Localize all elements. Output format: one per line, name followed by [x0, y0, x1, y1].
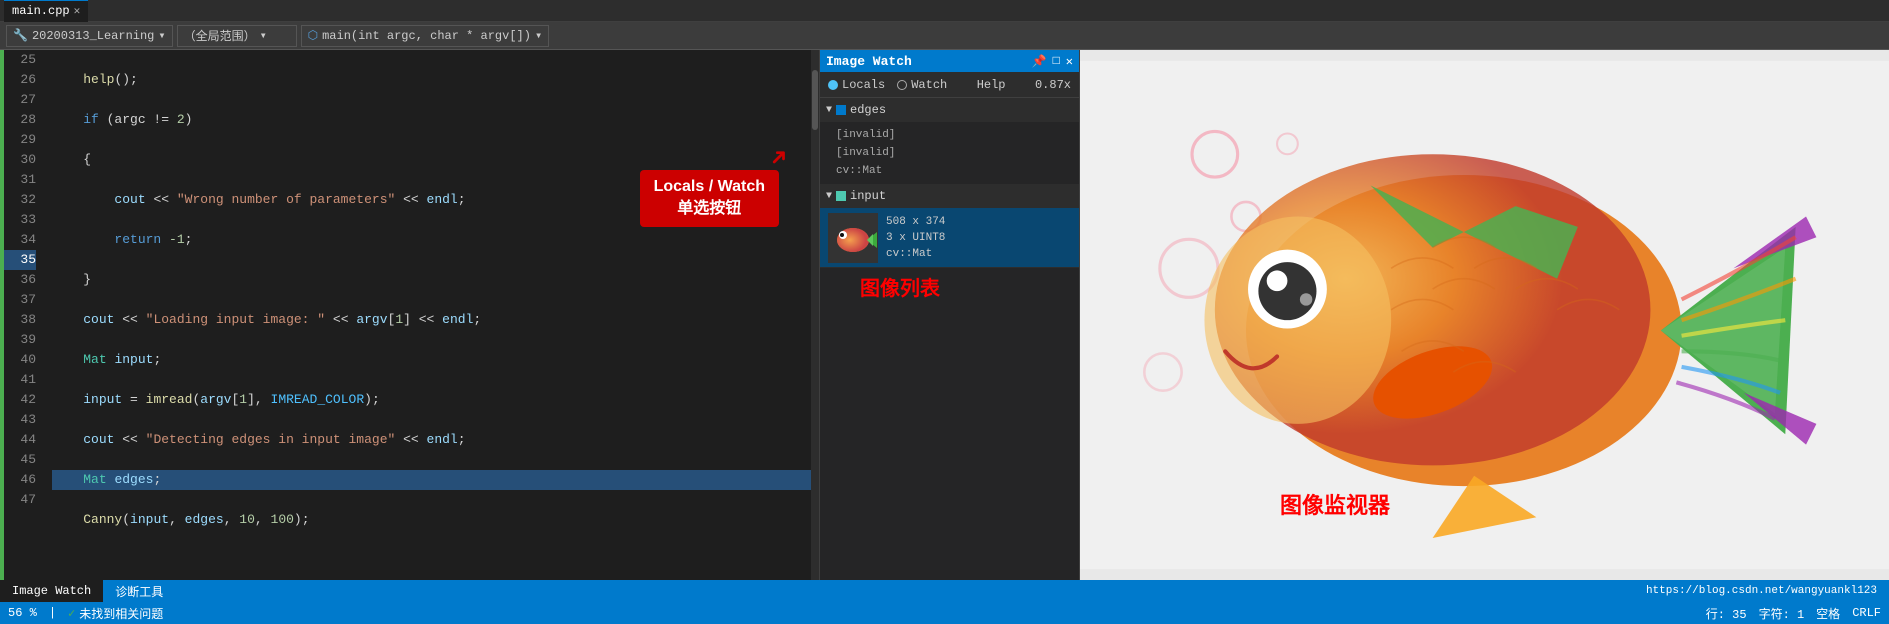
line-numbers: 25 26 27 28 29 30 31 32 33 34 35 36 37 3… [4, 50, 44, 580]
table-row: Mat edges; [52, 470, 819, 490]
table-row: Canny(input, edges, 10, 100); [52, 510, 819, 530]
status-error: ✓ 未找到相关问题 [68, 605, 163, 622]
project-icon: 🔧 [13, 28, 28, 43]
help-button[interactable]: Help [977, 78, 1006, 92]
group-edges-label: edges [850, 103, 886, 117]
input-thumbnail [828, 213, 878, 263]
fish-thumbnail-svg [829, 214, 877, 262]
table-row [52, 550, 819, 570]
line-ending-label: CRLF [1852, 606, 1881, 620]
table-row: input = imread(argv[1], IMREAD_COLOR); [52, 390, 819, 410]
code-content[interactable]: help(); if (argc != 2) { cout << "Wrong … [44, 50, 819, 580]
project-selector[interactable]: 🔧 20200313_Learning ▾ [6, 25, 173, 47]
expand-icon: ▼ [826, 105, 832, 116]
iw-titlebar: Image Watch 📌 □ ✕ [820, 50, 1079, 72]
annotation-image-viewer: 图像监视器 [1280, 488, 1390, 520]
image-watch-panel: Image Watch 📌 □ ✕ Locals Watch Help 0.87… [820, 50, 1080, 580]
edges-invalid-info: [invalid] [invalid] cv::Mat [820, 122, 1079, 184]
group-input-header[interactable]: ▼ input [820, 184, 1079, 208]
zoom-label: 56 % [8, 606, 37, 620]
project-name: 20200313_Learning [32, 29, 154, 43]
bottom-tab-diagnostic[interactable]: 诊断工具 [103, 580, 175, 602]
invalid-line2: [invalid] [836, 144, 1071, 162]
image-viewer: 图像监视器 [1080, 50, 1889, 580]
char-label: 字符: 1 [1759, 605, 1805, 622]
input-image-item[interactable]: 508 x 374 3 x UINT8 cv::Mat [820, 208, 1079, 268]
group-edges-header[interactable]: ▼ edges [820, 98, 1079, 122]
divider: | [49, 606, 56, 620]
locals-label: Locals [842, 78, 885, 92]
locals-radio[interactable] [828, 80, 838, 90]
iw-image-list: ▼ edges [invalid] [invalid] cv::Mat ▼ in… [820, 98, 1079, 580]
function-name: main(int argc, char * argv[]) [322, 29, 531, 43]
table-row: { [52, 150, 819, 170]
iw-icons: 📌 □ ✕ [1032, 54, 1073, 69]
status-bar: 56 % | ✓ 未找到相关问题 行: 35 字符: 1 空格 CRLF [0, 602, 1889, 624]
table-row: return -1; [52, 230, 819, 250]
table-row: } [52, 270, 819, 290]
tab-locals[interactable]: Locals [828, 78, 885, 92]
zoom-level: 0.87x [1035, 78, 1071, 92]
code-lines: 25 26 27 28 29 30 31 32 33 34 35 36 37 3… [0, 50, 819, 580]
close-icon[interactable]: ✕ [74, 4, 81, 18]
position-label: 行: 35 [1706, 605, 1747, 622]
main-layout: 25 26 27 28 29 30 31 32 33 34 35 36 37 3… [0, 50, 1889, 580]
table-row: help(); [52, 70, 819, 90]
maximize-icon[interactable]: □ [1053, 54, 1060, 69]
iw-tabs-row: Locals Watch Help 0.87x [820, 72, 1079, 98]
table-row: if (argc != 2) [52, 110, 819, 130]
table-row: Mat input; [52, 350, 819, 370]
scope-selector[interactable]: （全局范围） ▾ [177, 25, 297, 47]
fish-svg [1080, 50, 1889, 580]
iw-title: Image Watch [826, 54, 912, 69]
annotation-area: 图像列表 [820, 268, 1079, 308]
scope-name: （全局范围） [184, 27, 256, 44]
status-right: 行: 35 字符: 1 空格 CRLF [1706, 605, 1881, 622]
input-channels: 3 x UINT8 [886, 230, 1071, 246]
group-input: ▼ input [820, 184, 1079, 268]
watch-radio[interactable] [897, 80, 907, 90]
annotation-image-list: 图像列表 [860, 272, 940, 301]
tab-label: main.cpp [12, 4, 70, 18]
check-icon: ✓ [68, 606, 75, 621]
chevron-down-icon: ▾ [158, 28, 165, 43]
tab-watch[interactable]: Watch [897, 78, 947, 92]
table-row: cout << "Loading input image: " << argv[… [52, 310, 819, 330]
code-editor[interactable]: 25 26 27 28 29 30 31 32 33 34 35 36 37 3… [0, 50, 820, 580]
group-input-label: input [850, 189, 886, 203]
url-label: https://blog.csdn.net/wangyuankl123 [1634, 585, 1889, 597]
invalid-line1: [invalid] [836, 126, 1071, 144]
table-row: cout << "Wrong number of parameters" << … [52, 190, 819, 210]
gutter-bar [0, 50, 4, 580]
invalid-line3: cv::Mat [836, 162, 1071, 180]
input-image-info: 508 x 374 3 x UINT8 cv::Mat [886, 214, 1071, 262]
function-selector[interactable]: ⬡ main(int argc, char * argv[]) ▾ [301, 25, 550, 47]
status-left: 56 % | ✓ 未找到相关问题 [8, 605, 163, 622]
color-dot-input [836, 191, 846, 201]
group-edges: ▼ edges [invalid] [invalid] cv::Mat [820, 98, 1079, 184]
error-text: 未找到相关问题 [79, 605, 163, 622]
bottom-tab-imagewatch[interactable]: Image Watch [0, 580, 103, 602]
expand-icon: ▼ [826, 191, 832, 202]
editor-scrollbar[interactable] [811, 50, 819, 580]
input-type: cv::Mat [886, 246, 1071, 262]
indent-label: 空格 [1816, 605, 1840, 622]
table-row: cout << "Detecting edges in input image"… [52, 430, 819, 450]
input-size: 508 x 374 [886, 214, 1071, 230]
function-icon: ⬡ [308, 28, 318, 43]
bottom-bar: Image Watch 诊断工具 https://blog.csdn.net/w… [0, 580, 1889, 602]
tab-main-cpp[interactable]: main.cpp ✕ [4, 0, 88, 22]
close-icon[interactable]: ✕ [1066, 54, 1073, 69]
scrollbar-thumb[interactable] [812, 70, 818, 130]
toolbar: 🔧 20200313_Learning ▾ （全局范围） ▾ ⬡ main(in… [0, 22, 1889, 50]
pin-icon[interactable]: 📌 [1032, 54, 1047, 69]
tab-bar: main.cpp ✕ [0, 0, 1889, 22]
watch-label: Watch [911, 78, 947, 92]
chevron-down-icon: ▾ [535, 28, 542, 43]
color-dot-edges [836, 105, 846, 115]
chevron-down-icon: ▾ [260, 28, 267, 43]
